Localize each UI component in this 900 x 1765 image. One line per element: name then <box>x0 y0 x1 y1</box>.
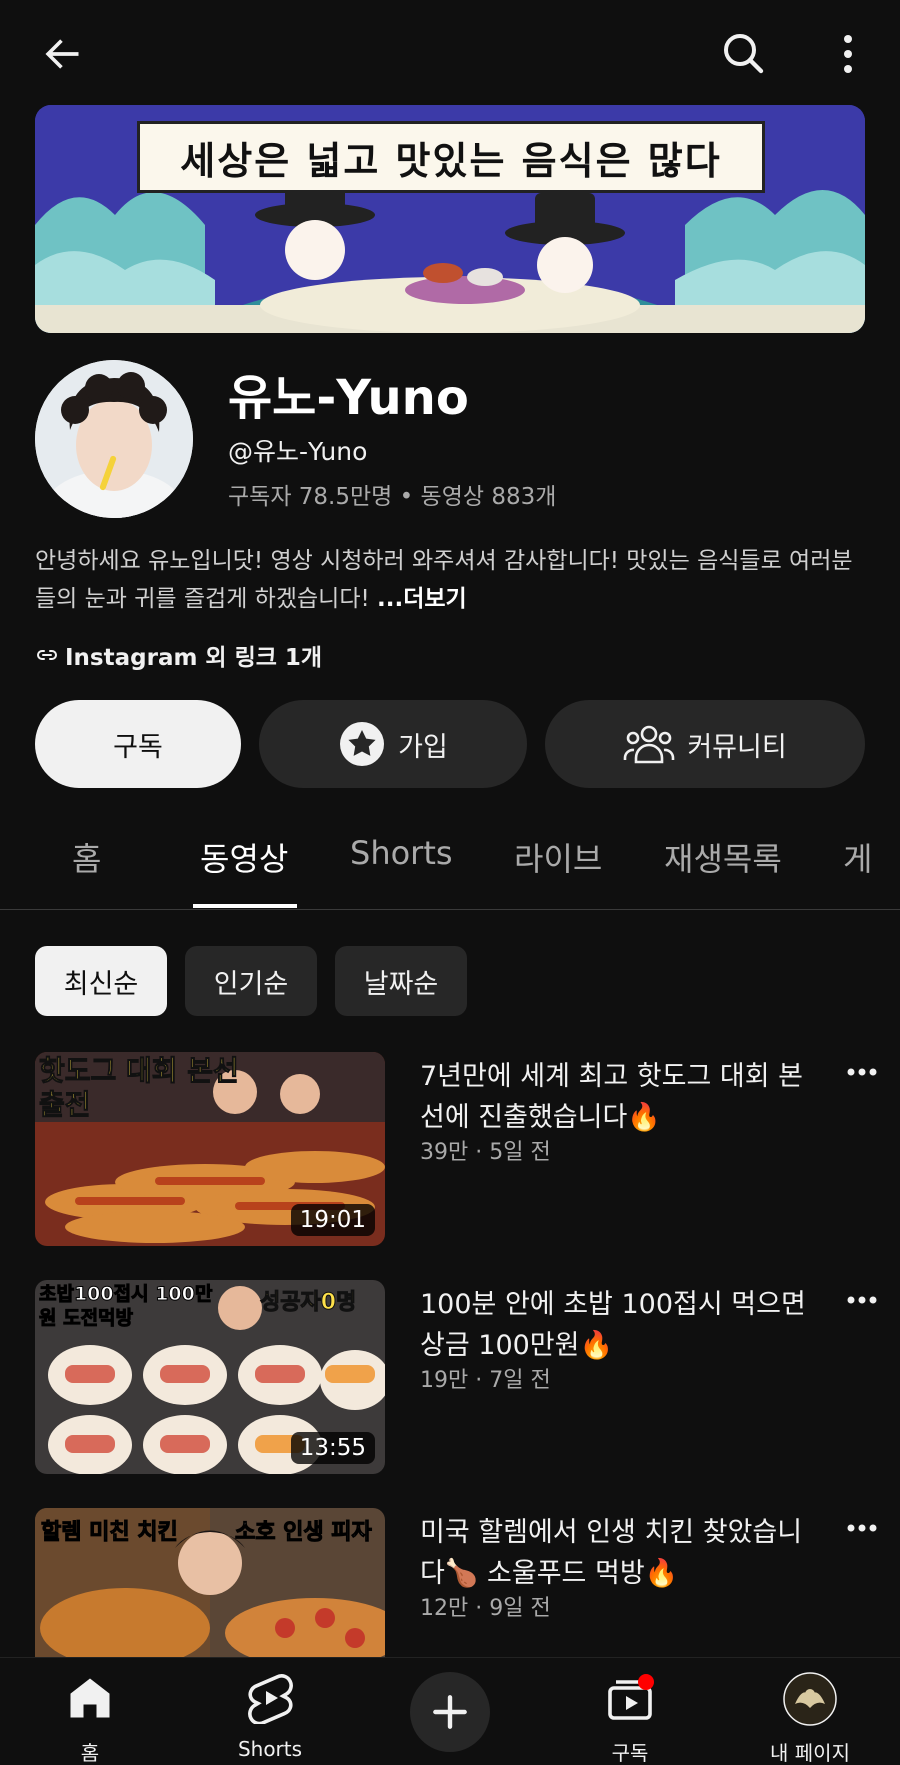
bottom-navigation: 홈 Shorts 구독 내 페이지 <box>0 1657 900 1765</box>
subscriber-count: 구독자 78.5만명 <box>228 484 393 510</box>
more-options-button[interactable] <box>818 22 878 86</box>
channel-name: 유노-Yuno <box>228 370 469 426</box>
plus-icon <box>433 1695 467 1729</box>
video-more-button[interactable] <box>846 1062 882 1092</box>
video-title: 7년만에 세계 최고 핫도그 대회 본선에 진출했습니다🔥 <box>420 1061 804 1133</box>
channel-stats: 구독자 78.5만명 • 동영상 883개 <box>228 477 556 511</box>
search-icon <box>724 34 764 74</box>
subscriptions-icon <box>608 1674 654 1720</box>
video-item[interactable]: 핫도그 대회 본선 출전 19:01 7년만에 세계 최고 핫도그 대회 본선에… <box>0 1052 900 1252</box>
more-horizontal-icon <box>847 1296 877 1304</box>
join-button[interactable]: 가입 <box>259 700 527 788</box>
show-more-link[interactable]: ...더보기 <box>377 586 467 612</box>
thumbnail-badge: 성공자0명 <box>259 1290 357 1316</box>
home-icon <box>70 1678 110 1718</box>
video-thumbnail[interactable]: 할렘 미친 치킨 소호 인생 피자 <box>35 1508 385 1657</box>
shorts-icon <box>248 1674 293 1724</box>
more-horizontal-icon <box>847 1068 877 1076</box>
active-tab-indicator <box>193 904 297 908</box>
links-text: Instagram 외 링크 1개 <box>65 645 323 671</box>
sort-latest-chip[interactable]: 최신순 <box>35 946 167 1016</box>
nav-shorts-label: Shorts <box>237 1737 303 1761</box>
video-more-button[interactable] <box>846 1290 882 1320</box>
avatar-image <box>35 360 193 518</box>
tab-live[interactable]: 라이브 <box>514 834 602 880</box>
nav-subscriptions-label: 구독 <box>611 1741 649 1765</box>
subscribe-label: 구독 <box>113 731 163 763</box>
thumbnail-caption: 초밥100접시 100만원 도전먹방 <box>39 1283 213 1330</box>
nav-subscriptions[interactable]: 구독 <box>550 1658 710 1765</box>
channel-links[interactable]: Instagram 외 링크 1개 <box>35 638 322 672</box>
community-button[interactable]: 커뮤니티 <box>545 700 865 788</box>
tab-home[interactable]: 홈 <box>72 834 101 880</box>
nav-home-label: 홈 <box>80 1741 100 1765</box>
channel-handle: @유노-Yuno <box>228 437 368 466</box>
sort-oldest-chip[interactable]: 날짜순 <box>335 946 467 1016</box>
more-horizontal-icon <box>847 1524 877 1532</box>
video-more-button[interactable] <box>846 1518 882 1548</box>
thumbnail-caption-right: 소호 인생 피자 <box>235 1520 373 1546</box>
nav-you-label: 내 페이지 <box>770 1741 850 1765</box>
nav-shorts[interactable]: Shorts <box>190 1658 350 1765</box>
banner-title: 세상은 넓고 맛있는 음식은 많다 <box>137 121 765 193</box>
stats-separator: • <box>399 484 414 510</box>
video-meta: 39만 · 5일 전 <box>420 1140 551 1165</box>
create-button[interactable] <box>410 1672 490 1752</box>
channel-description[interactable]: 안녕하세요 유노입니닷! 영상 시청하러 와주셔셔 감사합니다! 맛있는 음식들… <box>35 542 865 618</box>
tab-playlists[interactable]: 재생목록 <box>664 834 782 880</box>
tab-posts[interactable]: 게 <box>843 834 872 880</box>
nav-you[interactable]: 내 페이지 <box>730 1658 890 1765</box>
channel-tabs: 홈 동영상 Shorts 라이브 재생목록 게 <box>0 810 900 910</box>
community-icon <box>624 725 675 764</box>
video-thumbnail[interactable]: 핫도그 대회 본선 출전 19:01 <box>35 1052 385 1246</box>
join-label: 가입 <box>398 731 448 763</box>
thumbnail-caption: 핫도그 대회 본선 출전 <box>39 1054 240 1122</box>
video-title: 100분 안에 초밥 100접시 먹으면 상금 100만원🔥 <box>420 1289 806 1361</box>
video-thumbnail[interactable]: 초밥100접시 100만원 도전먹방 성공자0명 13:55 <box>35 1280 385 1474</box>
top-bar <box>0 0 900 104</box>
channel-avatar[interactable] <box>35 360 193 518</box>
video-meta: 12만 · 9일 전 <box>420 1596 551 1621</box>
tab-shorts[interactable]: Shorts <box>350 834 453 872</box>
video-item[interactable]: 초밥100접시 100만원 도전먹방 성공자0명 13:55 100분 안에 초… <box>0 1280 900 1480</box>
video-title: 미국 할렘에서 인생 치킨 찾았습니다🍗 소울푸드 먹방🔥 <box>420 1517 803 1589</box>
video-duration: 13:55 <box>290 1432 375 1464</box>
star-badge-icon <box>340 722 385 766</box>
thumbnail-caption: 할렘 미친 치킨 <box>41 1520 179 1546</box>
video-duration: 19:01 <box>290 1204 375 1236</box>
sort-popular-chip[interactable]: 인기순 <box>185 946 317 1016</box>
link-icon <box>37 650 57 660</box>
tab-videos[interactable]: 동영상 <box>200 834 288 880</box>
subscribe-button[interactable]: 구독 <box>35 700 241 788</box>
channel-banner: 세상은 넓고 맛있는 음식은 많다 <box>35 105 865 333</box>
community-label: 커뮤니티 <box>687 731 787 763</box>
profile-avatar-icon <box>783 1672 837 1726</box>
more-vertical-icon <box>844 35 852 73</box>
video-count: 동영상 883개 <box>420 484 557 510</box>
search-button[interactable] <box>708 18 778 88</box>
video-meta: 19만 · 7일 전 <box>420 1368 551 1393</box>
nav-home[interactable]: 홈 <box>10 1658 170 1765</box>
arrow-left-icon <box>45 39 79 69</box>
back-button[interactable] <box>30 22 94 86</box>
